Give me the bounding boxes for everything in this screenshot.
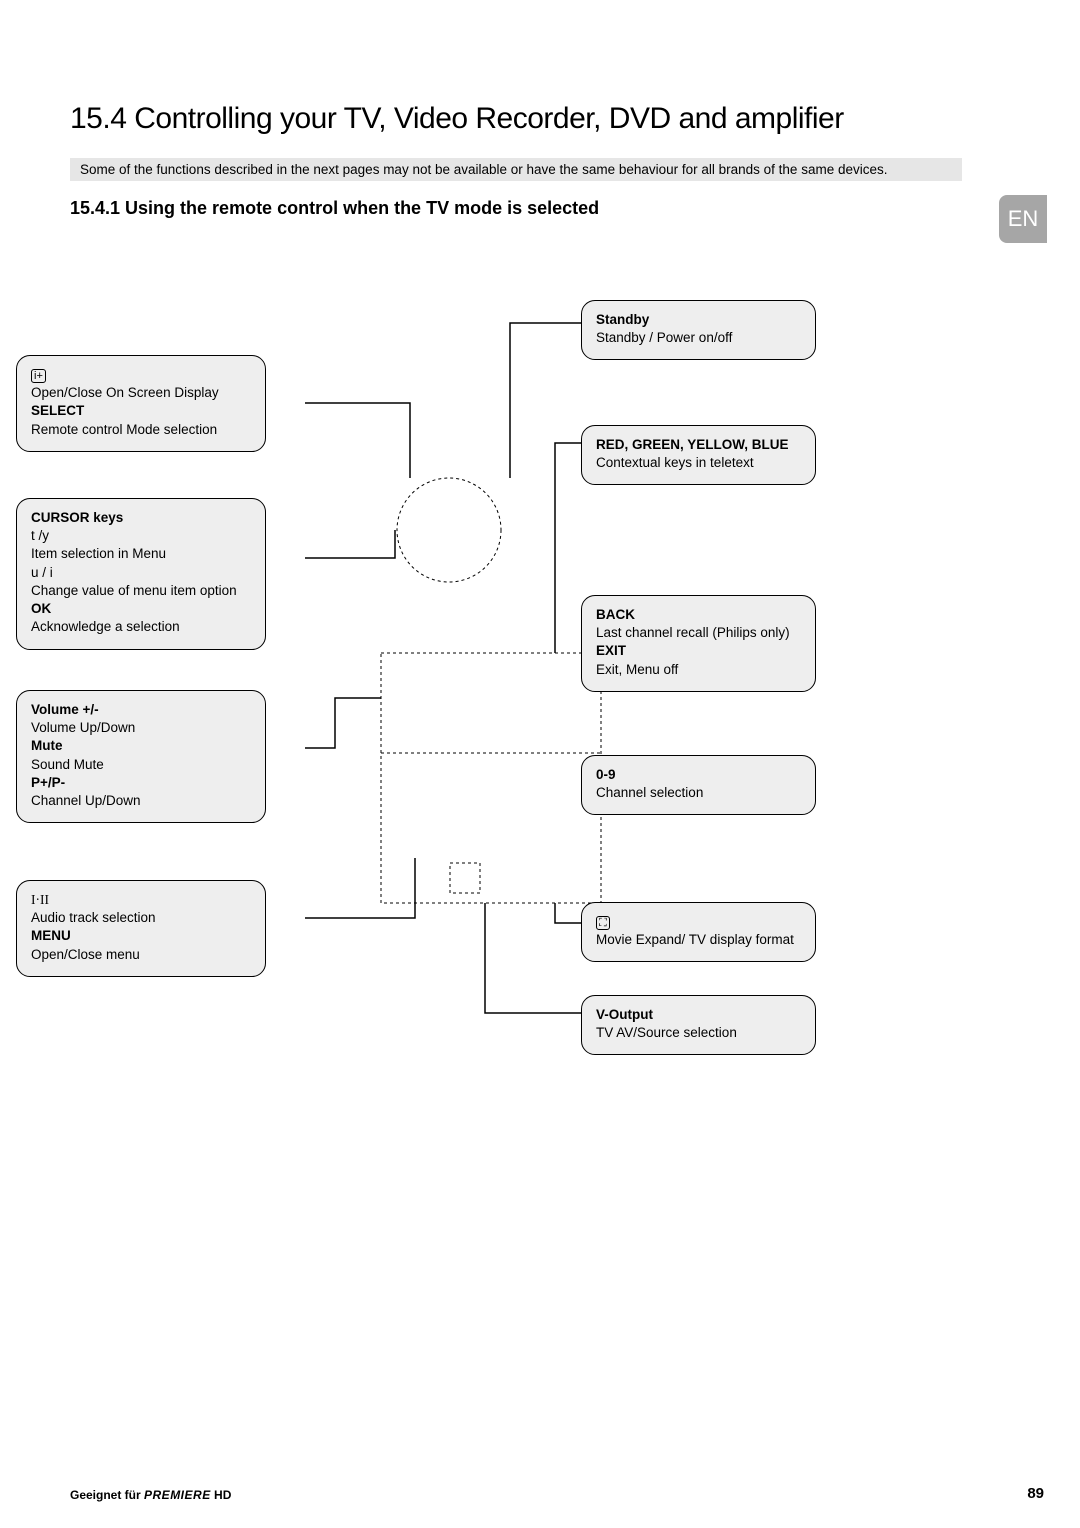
callout-osd-select: i+ Open/Close On Screen Display SELECT R… <box>16 355 266 452</box>
callout-back-exit: BACK Last channel recall (Philips only) … <box>581 595 816 692</box>
callout-audio-menu: I·II Audio track selection MENU Open/Clo… <box>16 880 266 977</box>
callout-cursor: CURSOR keys t /y Item selection in Menu … <box>16 498 266 650</box>
menu-heading: MENU <box>31 928 71 943</box>
ok-label: OK <box>31 601 51 616</box>
select-desc: Remote control Mode selection <box>31 422 217 437</box>
expand-icon: ⛶ <box>596 916 610 930</box>
standby-heading: Standby <box>596 312 649 327</box>
digits-desc: Channel selection <box>596 785 703 800</box>
callout-standby: Standby Standby / Power on/off <box>581 300 816 360</box>
callout-color-keys: RED, GREEN, YELLOW, BLUE Contextual keys… <box>581 425 816 485</box>
page-title: 15.4 Controlling your TV, Video Recorder… <box>70 102 844 136</box>
info-plus-icon: i+ <box>31 369 46 383</box>
cursor-ty: t /y <box>31 528 49 543</box>
colors-heading: RED, GREEN, YELLOW, BLUE <box>596 437 789 452</box>
callout-voutput: V-Output TV AV/Source selection <box>581 995 816 1055</box>
osd-line: Open/Close On Screen Display <box>31 385 219 400</box>
back-desc: Last channel recall (Philips only) <box>596 625 790 640</box>
footer-left: Geeignet für PREMIERE HD <box>70 1488 231 1502</box>
back-heading: BACK <box>596 607 635 622</box>
menu-desc: Open/Close menu <box>31 947 140 962</box>
cursor-ui: u / i <box>31 565 53 580</box>
exit-heading: EXIT <box>596 643 626 658</box>
audio-track-icon: I·II <box>31 892 49 907</box>
volume-desc: Volume Up/Down <box>31 720 135 735</box>
callout-volume: Volume +/- Volume Up/Down Mute Sound Mut… <box>16 690 266 823</box>
colors-desc: Contextual keys in teletext <box>596 455 754 470</box>
callout-expand: ⛶ Movie Expand/ TV display format <box>581 902 816 962</box>
volume-heading: Volume +/- <box>31 702 99 717</box>
select-label: SELECT <box>31 403 84 418</box>
page-number: 89 <box>1027 1485 1044 1502</box>
footer-pre: Geeignet für <box>70 1488 144 1502</box>
standby-desc: Standby / Power on/off <box>596 330 732 345</box>
exit-desc: Exit, Menu off <box>596 662 678 677</box>
section-subheading: 15.4.1 Using the remote control when the… <box>70 198 599 219</box>
mute-heading: Mute <box>31 738 63 753</box>
cursor-heading: CURSOR keys <box>31 510 123 525</box>
cursor-item-select: Item selection in Menu <box>31 546 166 561</box>
manual-page: 15.4 Controlling your TV, Video Recorder… <box>0 0 1080 1528</box>
pplus-heading: P+/P- <box>31 775 65 790</box>
language-tab: EN <box>999 195 1047 243</box>
expand-desc: Movie Expand/ TV display format <box>596 932 794 947</box>
footer-brand: PREMIERE <box>144 1488 211 1502</box>
mute-desc: Sound Mute <box>31 757 104 772</box>
audio-track-desc: Audio track selection <box>31 910 156 925</box>
note-banner: Some of the functions described in the n… <box>70 158 962 181</box>
footer-brand-suffix: HD <box>211 1488 232 1502</box>
digits-heading: 0-9 <box>596 767 616 782</box>
callout-digits: 0-9 Channel selection <box>581 755 816 815</box>
ok-desc: Acknowledge a selection <box>31 619 180 634</box>
voutput-heading: V-Output <box>596 1007 653 1022</box>
cursor-change-value: Change value of menu item option <box>31 583 237 598</box>
pplus-desc: Channel Up/Down <box>31 793 141 808</box>
voutput-desc: TV AV/Source selection <box>596 1025 737 1040</box>
